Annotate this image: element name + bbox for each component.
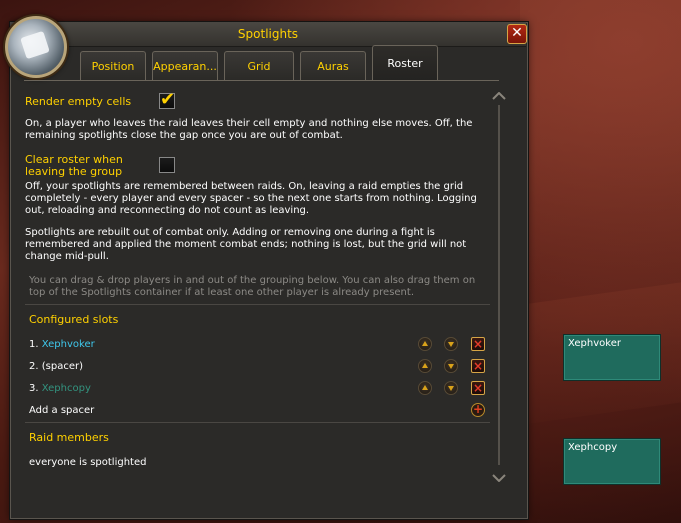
plus-icon[interactable]: + — [471, 403, 485, 417]
drag-hint: You can drag & drop players in and out o… — [29, 275, 476, 298]
spotlight-frame[interactable]: Xephcopy — [563, 438, 661, 485]
spotlight-frame-name: Xephvoker — [568, 338, 621, 349]
slot-row[interactable]: 1. Xephvoker — [29, 339, 95, 350]
scrollbar[interactable] — [498, 105, 500, 465]
arrow-down-icon[interactable] — [444, 337, 458, 351]
arrow-up-icon[interactable] — [418, 359, 432, 373]
tab-appearance[interactable]: Appearan... — [152, 51, 218, 80]
render-empty-label: Render empty cells — [25, 95, 132, 108]
close-button[interactable]: ✕ — [507, 24, 527, 44]
scroll-down-icon[interactable] — [492, 474, 506, 482]
combat-note: Spotlights are rebuilt out of combat onl… — [25, 227, 467, 262]
arrow-down-icon[interactable] — [444, 381, 458, 395]
checkmark-icon: ✔ — [160, 89, 176, 110]
tab-position[interactable]: Position — [80, 51, 146, 80]
add-spacer-label: Add a spacer — [29, 405, 95, 416]
slot-row[interactable]: 2. (spacer) — [29, 361, 83, 372]
render-empty-description: On, a player who leaves the raid leaves … — [25, 118, 473, 141]
arrow-up-icon[interactable] — [418, 337, 432, 351]
spotlight-frame[interactable]: Xephvoker — [563, 334, 661, 381]
tab-divider — [24, 80, 499, 81]
slot-name: Xephvoker — [41, 339, 95, 350]
slot-name: (spacer) — [41, 361, 83, 372]
separator — [25, 304, 490, 305]
clear-roster-checkbox[interactable] — [159, 157, 175, 173]
bandage-icon — [5, 16, 67, 78]
raid-members-heading: Raid members — [29, 431, 109, 444]
scroll-up-icon[interactable] — [492, 92, 506, 100]
window-title: Spotlights — [237, 27, 299, 41]
remove-icon[interactable]: × — [471, 381, 485, 395]
raid-members-status: everyone is spotlighted — [29, 457, 147, 468]
arrow-up-icon[interactable] — [418, 381, 432, 395]
spotlight-frame-name: Xephcopy — [568, 442, 618, 453]
title-bar[interactable]: Spotlights — [10, 22, 526, 47]
tab-roster[interactable]: Roster — [372, 45, 438, 80]
slot-name: Xephcopy — [41, 383, 91, 394]
tab-grid[interactable]: Grid — [224, 51, 294, 80]
slot-row[interactable]: 3. Xephcopy — [29, 383, 91, 394]
clear-roster-description: Off, your spotlights are remembered betw… — [25, 181, 477, 216]
configured-slots-heading: Configured slots — [29, 313, 119, 326]
remove-icon[interactable]: × — [471, 337, 485, 351]
separator — [25, 422, 490, 423]
remove-icon[interactable]: × — [471, 359, 485, 373]
tab-auras[interactable]: Auras — [300, 51, 366, 80]
render-empty-checkbox[interactable]: ✔ — [159, 89, 175, 110]
arrow-down-icon[interactable] — [444, 359, 458, 373]
clear-roster-label: Clear roster when leaving the group — [25, 153, 123, 178]
